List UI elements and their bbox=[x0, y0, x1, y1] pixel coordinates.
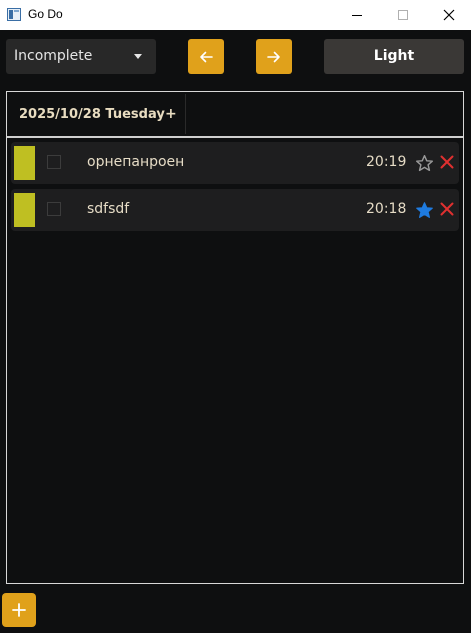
app-icon bbox=[7, 8, 21, 21]
filter-dropdown-value: Incomplete bbox=[14, 48, 93, 64]
close-icon bbox=[443, 9, 455, 21]
minimize-button[interactable] bbox=[334, 0, 380, 30]
arrow-left-icon bbox=[200, 51, 213, 62]
title-bar: Go Do bbox=[0, 0, 471, 30]
next-day-button[interactable] bbox=[256, 39, 292, 74]
previous-day-button[interactable] bbox=[188, 39, 224, 74]
task-color-strip[interactable] bbox=[14, 193, 35, 227]
task-text[interactable]: орнепанроен bbox=[87, 154, 184, 170]
theme-toggle-button[interactable]: Light bbox=[324, 39, 464, 74]
task-panel: 2025/10/28 Tuesday + орнепанроен 20:19 s… bbox=[6, 91, 464, 584]
delete-icon[interactable] bbox=[440, 202, 454, 216]
minimize-icon bbox=[352, 14, 362, 16]
task-complete-checkbox[interactable] bbox=[47, 155, 61, 169]
plus-icon bbox=[12, 603, 26, 617]
tab-date[interactable]: 2025/10/28 Tuesday + bbox=[7, 94, 186, 134]
close-button[interactable] bbox=[426, 0, 471, 30]
add-task-button[interactable] bbox=[2, 593, 36, 627]
task-row[interactable]: орнепанроен 20:19 bbox=[11, 142, 459, 184]
chevron-down-icon bbox=[134, 54, 142, 59]
task-text[interactable]: sdfsdf bbox=[87, 201, 129, 217]
task-color-strip[interactable] bbox=[14, 146, 35, 180]
task-time: 20:19 bbox=[366, 154, 407, 170]
maximize-button[interactable] bbox=[380, 0, 426, 30]
arrow-right-icon bbox=[267, 51, 280, 62]
task-time: 20:18 bbox=[366, 201, 407, 217]
task-complete-checkbox[interactable] bbox=[47, 202, 61, 216]
add-tab-button[interactable]: + bbox=[165, 106, 177, 122]
delete-icon[interactable] bbox=[440, 155, 454, 169]
filter-dropdown[interactable]: Incomplete bbox=[6, 39, 156, 74]
star-outline-icon[interactable] bbox=[415, 154, 434, 173]
task-row[interactable]: sdfsdf 20:18 bbox=[11, 189, 459, 231]
star-filled-icon[interactable] bbox=[415, 201, 434, 220]
tab-date-label: 2025/10/28 Tuesday bbox=[19, 107, 165, 122]
tab-bar: 2025/10/28 Tuesday + bbox=[7, 92, 463, 138]
toolbar: Incomplete Light bbox=[0, 30, 471, 86]
window-title: Go Do bbox=[28, 7, 63, 21]
maximize-icon bbox=[398, 10, 408, 20]
